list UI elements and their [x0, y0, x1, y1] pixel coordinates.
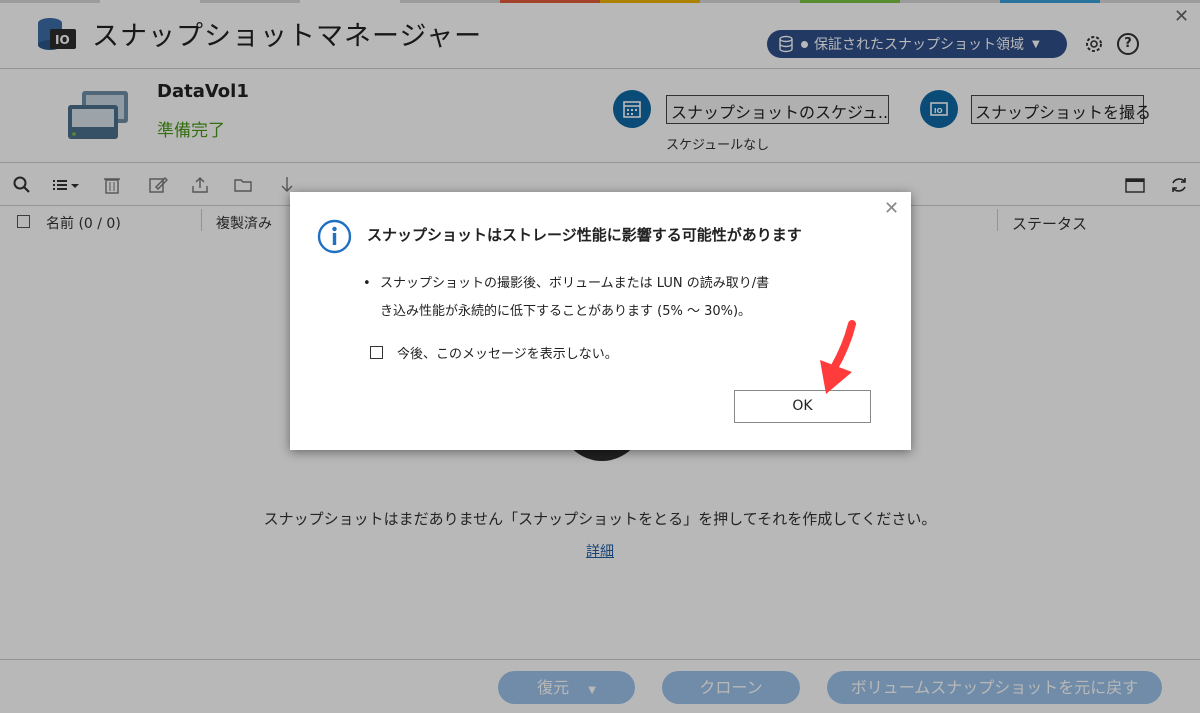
dialog-message-line2: き込み性能が永続的に低下することがあります (5% ～ 30%)。 [380, 304, 752, 319]
dialog-close-icon[interactable]: ✕ [884, 198, 899, 219]
dialog-message: • スナップショットの撮影後、ボリュームまたは LUN の読み取り/書 き込み性… [363, 270, 823, 326]
dialog-message-line1: スナップショットの撮影後、ボリュームまたは LUN の読み取り/書 [380, 276, 770, 291]
info-icon [317, 219, 352, 254]
annotation-arrow-icon [820, 320, 856, 394]
dialog-title: スナップショットはストレージ性能に影響する可能性があります [367, 226, 802, 244]
do-not-show-checkbox[interactable] [370, 346, 383, 359]
bullet: • [363, 276, 371, 291]
do-not-show-label[interactable]: 今後、このメッセージを表示しない。 [397, 343, 618, 362]
